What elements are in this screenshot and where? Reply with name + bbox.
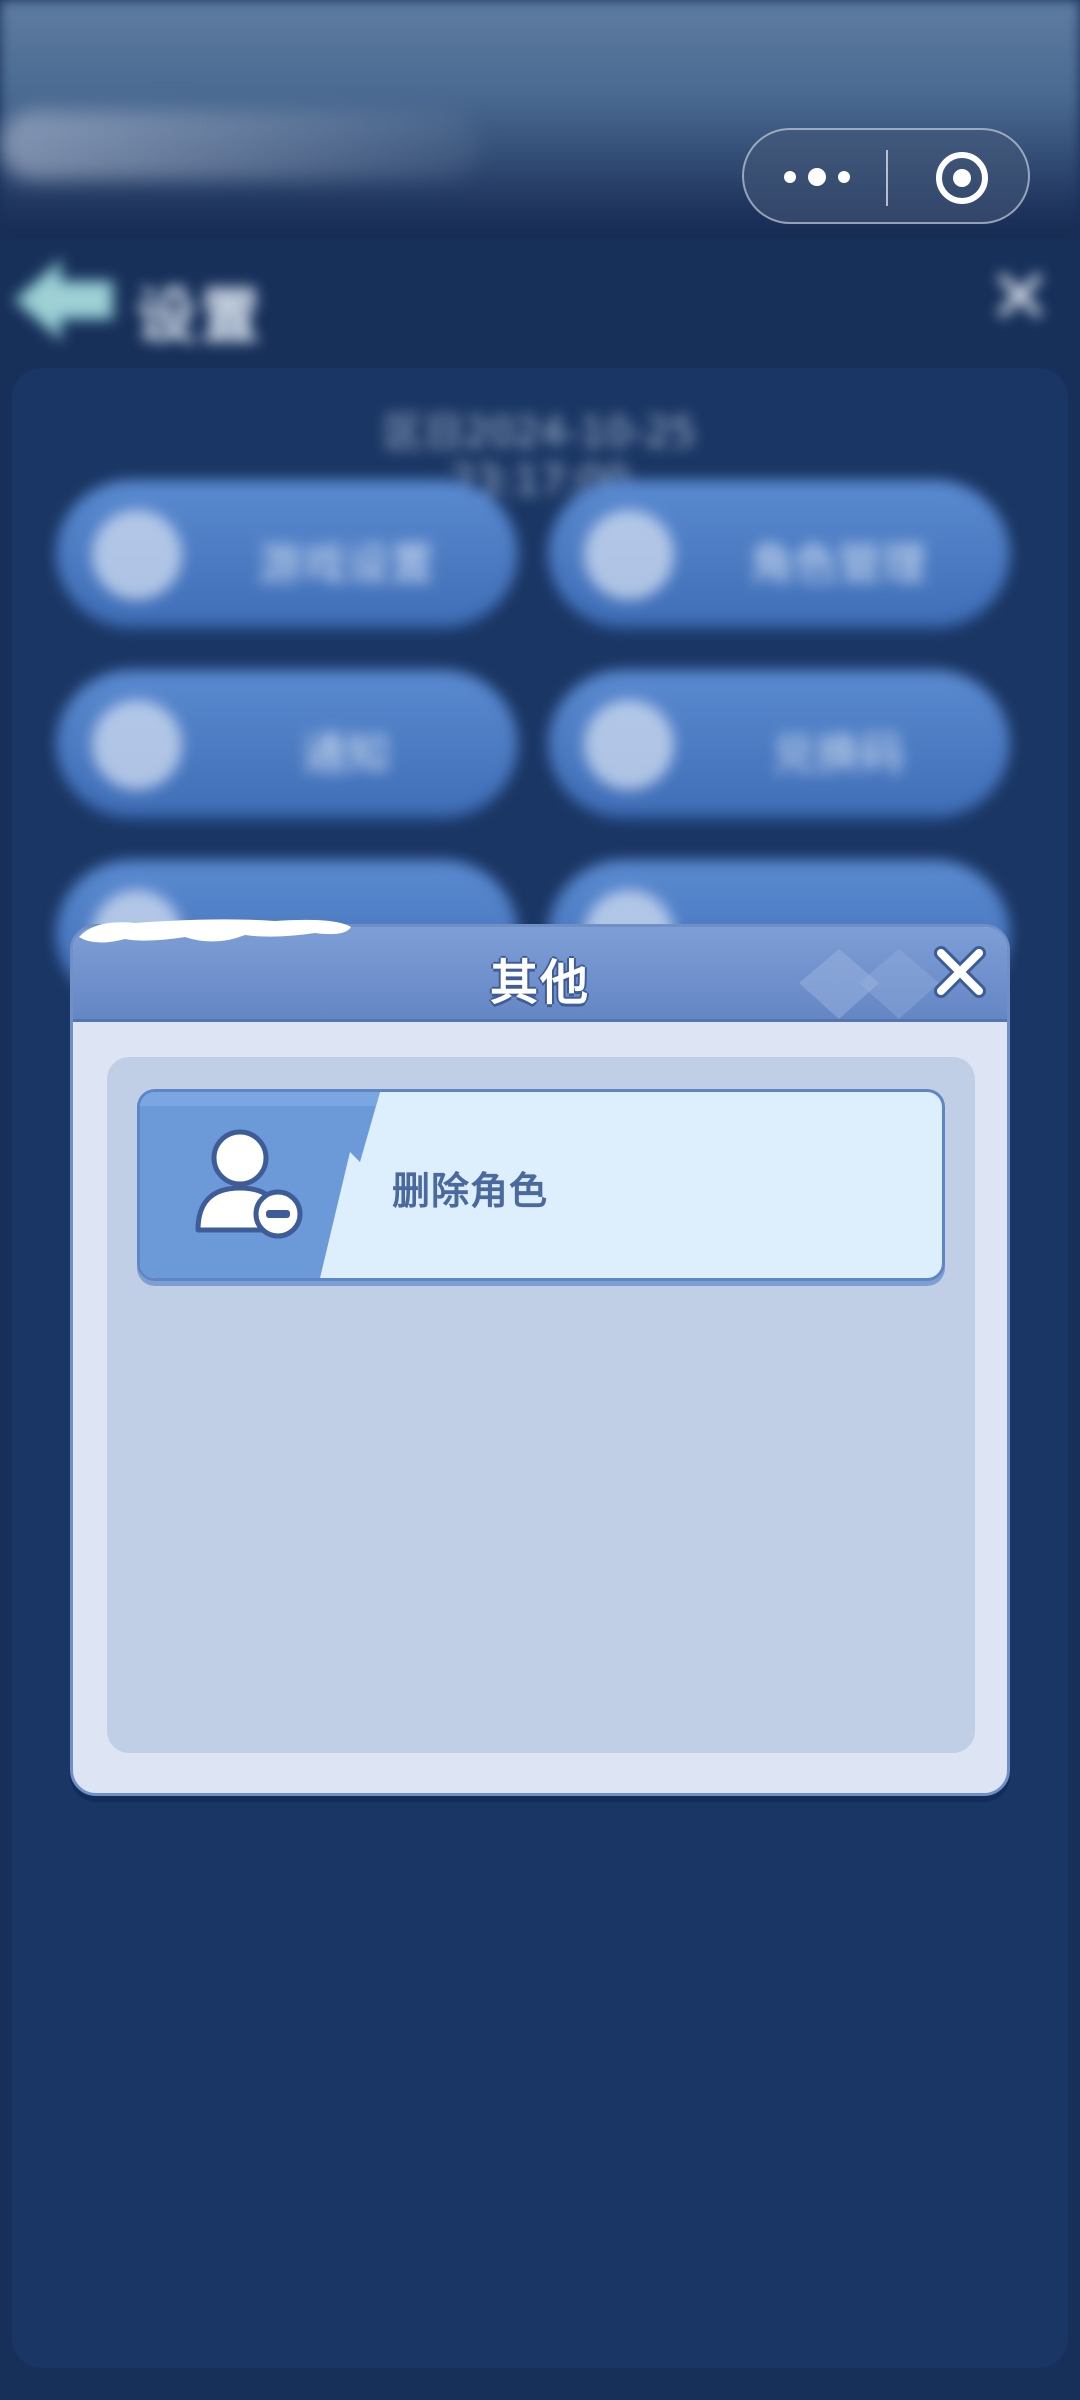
grid-button-label: 角色管理 <box>750 539 926 590</box>
notification-button[interactable]: 通知 <box>56 670 518 820</box>
diamond-decoration <box>799 949 939 1019</box>
person-icon <box>584 510 674 600</box>
more-dots-icon[interactable] <box>782 162 852 192</box>
gear-icon <box>92 510 182 600</box>
capsule-divider <box>886 150 888 206</box>
scene-snow-decoration <box>0 110 480 180</box>
character-manage-button[interactable]: 角色管理 <box>548 480 1010 630</box>
dialog-content: 删除角色 <box>107 1057 975 1753</box>
settings-close-icon[interactable]: ✕ <box>985 259 1055 335</box>
miniprogram-capsule <box>742 128 1030 224</box>
other-dialog: 其他 删除角色 <box>70 919 1010 1796</box>
redeem-code-button[interactable]: 兑换码 <box>548 670 1010 820</box>
delete-character-button[interactable]: 删除角色 <box>137 1089 945 1281</box>
person-minus-icon <box>195 1129 303 1239</box>
dialog-header: 其他 <box>73 919 1007 1022</box>
target-circle-icon[interactable] <box>934 150 990 206</box>
delete-character-label: 删除角色 <box>392 1169 549 1213</box>
grid-button-label: 游戏设置 <box>258 539 434 590</box>
grid-button-label: 兑换码 <box>772 729 904 780</box>
bell-icon <box>92 700 182 790</box>
close-x-icon[interactable] <box>929 941 991 1003</box>
grid-button-label: 通知 <box>302 729 390 780</box>
back-arrow-icon[interactable] <box>8 250 118 350</box>
gift-icon <box>584 700 674 790</box>
settings-title: 设置 <box>136 282 264 352</box>
game-settings-button[interactable]: 游戏设置 <box>56 480 518 630</box>
